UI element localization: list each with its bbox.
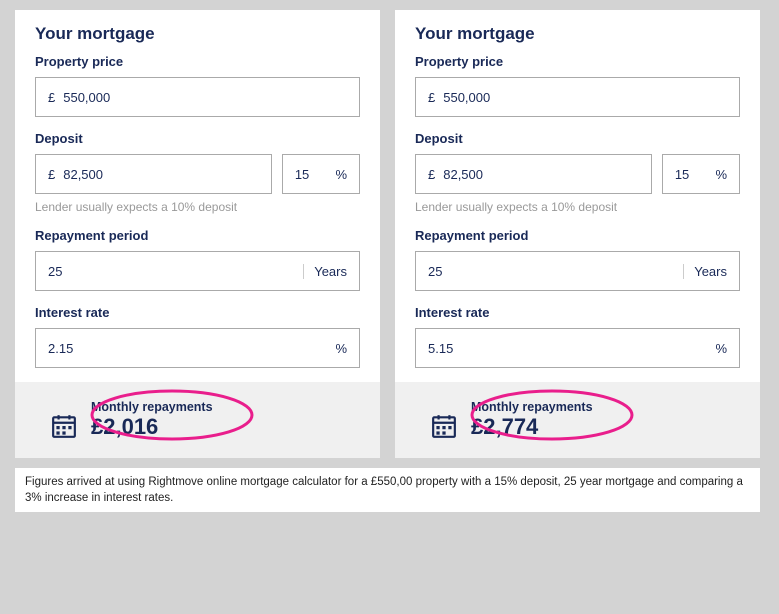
result-amount: £2,774 (471, 414, 593, 440)
property-price-field: Property price £ 550,000 (415, 54, 740, 117)
property-price-input[interactable]: £ 550,000 (35, 77, 360, 117)
calendar-icon (431, 413, 457, 439)
repayment-value: 25 (428, 264, 442, 279)
result-amount: £2,016 (91, 414, 213, 440)
result-label: Monthly repayments (471, 400, 593, 414)
mortgage-panel-right: Your mortgage Property price £ 550,000 D… (395, 10, 760, 458)
percent-suffix: % (715, 167, 727, 182)
currency-prefix: £ (48, 90, 55, 105)
deposit-value: 82,500 (63, 167, 103, 182)
mortgage-panels: Your mortgage Property price £ 550,000 D… (15, 10, 764, 458)
currency-prefix: £ (428, 167, 435, 182)
interest-input[interactable]: 5.15 % (415, 328, 740, 368)
deposit-percent-input[interactable]: 15 % (662, 154, 740, 194)
interest-input[interactable]: 2.15 % (35, 328, 360, 368)
property-price-label: Property price (415, 54, 740, 69)
monthly-repayments-result: Monthly repayments £2,016 (15, 382, 380, 458)
property-price-value: 550,000 (63, 90, 110, 105)
interest-label: Interest rate (415, 305, 740, 320)
panel-title: Your mortgage (415, 24, 740, 44)
property-price-field: Property price £ 550,000 (35, 54, 360, 117)
percent-suffix: % (335, 167, 347, 182)
interest-value: 2.15 (48, 341, 73, 356)
deposit-field: Deposit £ 82,500 15 % Lender usually exp… (35, 131, 360, 214)
deposit-label: Deposit (35, 131, 360, 146)
interest-field: Interest rate 2.15 % (35, 305, 360, 368)
deposit-label: Deposit (415, 131, 740, 146)
footnote-text: Figures arrived at using Rightmove onlin… (15, 468, 760, 512)
repayment-label: Repayment period (35, 228, 360, 243)
deposit-percent-value: 15 (295, 167, 309, 182)
repayment-input[interactable]: 25 Years (415, 251, 740, 291)
deposit-hint: Lender usually expects a 10% deposit (35, 200, 360, 214)
currency-prefix: £ (428, 90, 435, 105)
deposit-value: 82,500 (443, 167, 483, 182)
calendar-icon (51, 413, 77, 439)
percent-suffix: % (335, 341, 347, 356)
repayment-label: Repayment period (415, 228, 740, 243)
repayment-field: Repayment period 25 Years (35, 228, 360, 291)
property-price-input[interactable]: £ 550,000 (415, 77, 740, 117)
monthly-repayments-result: Monthly repayments £2,774 (395, 382, 760, 458)
interest-value: 5.15 (428, 341, 453, 356)
percent-suffix: % (715, 341, 727, 356)
repayment-value: 25 (48, 264, 62, 279)
deposit-percent-input[interactable]: 15 % (282, 154, 360, 194)
repayment-suffix: Years (683, 264, 727, 279)
interest-field: Interest rate 5.15 % (415, 305, 740, 368)
panel-title: Your mortgage (35, 24, 360, 44)
deposit-field: Deposit £ 82,500 15 % Lender usually exp… (415, 131, 740, 214)
property-price-label: Property price (35, 54, 360, 69)
repayment-field: Repayment period 25 Years (415, 228, 740, 291)
repayment-suffix: Years (303, 264, 347, 279)
deposit-hint: Lender usually expects a 10% deposit (415, 200, 740, 214)
deposit-percent-value: 15 (675, 167, 689, 182)
deposit-amount-input[interactable]: £ 82,500 (415, 154, 652, 194)
interest-label: Interest rate (35, 305, 360, 320)
repayment-input[interactable]: 25 Years (35, 251, 360, 291)
property-price-value: 550,000 (443, 90, 490, 105)
deposit-amount-input[interactable]: £ 82,500 (35, 154, 272, 194)
mortgage-panel-left: Your mortgage Property price £ 550,000 D… (15, 10, 380, 458)
currency-prefix: £ (48, 167, 55, 182)
result-label: Monthly repayments (91, 400, 213, 414)
